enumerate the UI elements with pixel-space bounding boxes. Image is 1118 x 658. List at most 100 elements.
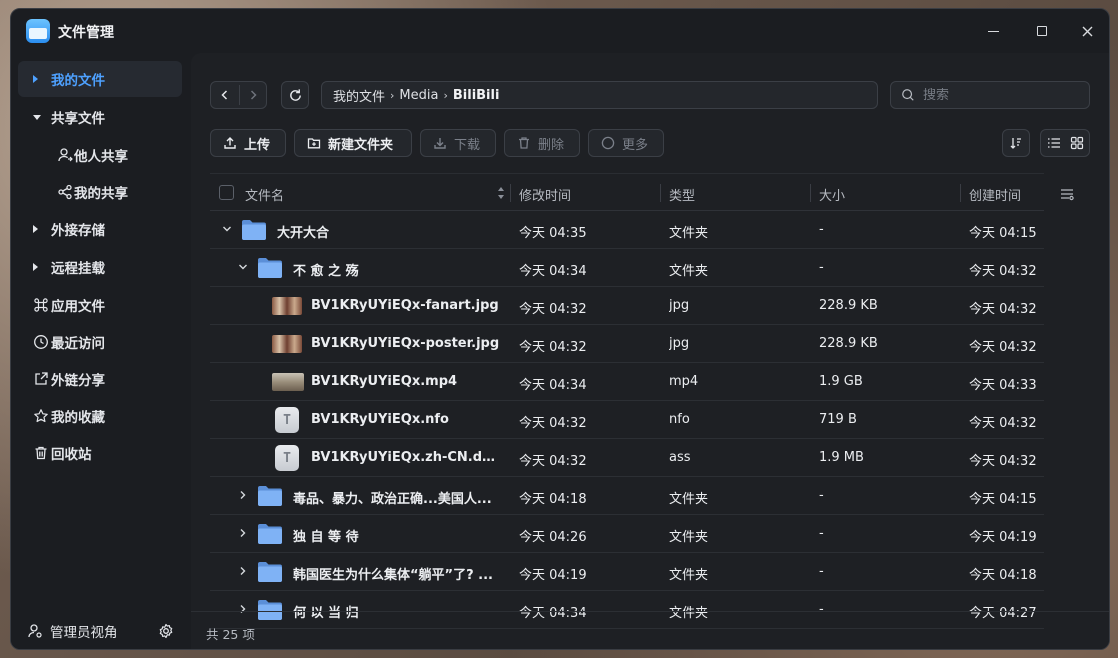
file-type: jpg	[669, 298, 690, 313]
main-panel: 我的文件 › Media › BiliBili 上传 新建文件夹 下载 删除	[191, 53, 1109, 649]
chevron-down-icon[interactable]	[238, 262, 248, 272]
table-row[interactable]: T BV1KRyUYiEQx.nfo 今天 04:32 nfo 719 B 今天 04:3…	[210, 401, 1044, 439]
column-divider[interactable]	[510, 184, 511, 202]
file-size: 228.9 KB	[819, 298, 878, 313]
grid-view-button[interactable]	[1069, 135, 1085, 151]
delete-button[interactable]: 删除	[504, 129, 580, 157]
sidebar-item-remote-mount[interactable]: 远程挂载	[18, 249, 182, 285]
breadcrumb-item[interactable]: Media	[399, 88, 438, 103]
modified-time: 今天 04:32	[519, 454, 587, 469]
header-created[interactable]: 创建时间	[969, 185, 1021, 204]
gear-icon[interactable]	[158, 623, 174, 639]
file-name[interactable]: 不 愈 之 殇	[293, 260, 359, 279]
sidebar-item-label: 共享文件	[51, 111, 105, 127]
file-size: -	[819, 526, 824, 541]
created-time: 今天 04:32	[969, 416, 1037, 431]
refresh-button[interactable]	[281, 81, 309, 109]
breadcrumb-current[interactable]: BiliBili	[453, 88, 500, 103]
back-arrow-icon[interactable]	[219, 89, 231, 101]
chevron-right-icon[interactable]	[238, 528, 248, 538]
modified-time: 今天 04:35	[519, 226, 587, 241]
table-row[interactable]: 毒品、暴力、政治正确...美国人... 今天 04:18 文件夹 - 今天 04:15	[210, 477, 1044, 515]
header-name[interactable]: 文件名	[245, 185, 284, 204]
caret-right-icon[interactable]	[33, 225, 38, 233]
command-icon	[34, 298, 48, 312]
file-name[interactable]: BV1KRyUYiEQx-poster.jpg	[311, 336, 499, 351]
table-row[interactable]: 独 自 等 待 今天 04:26 文件夹 - 今天 04:19	[210, 515, 1044, 553]
table-row[interactable]: 大开大合 今天 04:35 文件夹 - 今天 04:15	[210, 211, 1044, 249]
sort-button[interactable]	[1002, 129, 1030, 157]
sidebar-item-link-share[interactable]: 外链分享	[18, 361, 182, 397]
sidebar-item-app-files[interactable]: 应用文件	[18, 287, 182, 323]
search-box[interactable]	[890, 81, 1090, 109]
sidebar-item-favorites[interactable]: 我的收藏	[18, 398, 182, 434]
table-row[interactable]: BV1KRyUYiEQx-poster.jpg 今天 04:32 jpg 228.9 …	[210, 325, 1044, 363]
header-modified[interactable]: 修改时间	[519, 185, 571, 204]
caret-right-icon[interactable]	[33, 263, 38, 271]
modified-time: 今天 04:19	[519, 568, 587, 583]
file-name[interactable]: 毒品、暴力、政治正确...美国人...	[293, 488, 492, 507]
sort-arrows-icon[interactable]	[497, 185, 505, 201]
sidebar-item-external-storage[interactable]: 外接存储	[18, 211, 182, 247]
more-button[interactable]: 更多	[588, 129, 664, 157]
list-view-button[interactable]	[1046, 135, 1062, 151]
clock-icon	[34, 335, 48, 349]
header-type[interactable]: 类型	[669, 185, 695, 204]
sidebar-item-others-shared[interactable]: 他人共享	[18, 137, 182, 173]
sidebar-item-shared-files[interactable]: 共享文件	[18, 99, 182, 135]
maximize-button[interactable]	[1032, 21, 1052, 41]
column-divider[interactable]	[810, 184, 811, 202]
item-count: 共 25 项	[206, 627, 255, 642]
file-type: 文件夹	[669, 530, 709, 545]
column-divider[interactable]	[660, 184, 661, 202]
breadcrumb[interactable]: 我的文件 › Media › BiliBili	[321, 81, 878, 109]
title-bar: 文件管理	[11, 9, 1109, 53]
file-name[interactable]: 韩国医生为什么集体“躺平”了? ...	[293, 564, 493, 583]
file-type: 文件夹	[669, 568, 709, 583]
trash-icon	[35, 446, 47, 460]
sidebar-item-my-shared[interactable]: 我的共享	[18, 174, 182, 210]
file-type: nfo	[669, 412, 690, 427]
grid-view-icon	[1070, 136, 1084, 150]
admin-view-bar[interactable]: 管理员视角	[11, 611, 191, 649]
table-row[interactable]: BV1KRyUYiEQx.mp4 今天 04:34 mp4 1.9 GB 今天 04:3…	[210, 363, 1044, 401]
admin-view-label: 管理员视角	[50, 625, 118, 641]
minimize-button[interactable]	[983, 21, 1003, 41]
new-folder-button[interactable]: 新建文件夹	[294, 129, 412, 157]
search-input[interactable]	[923, 87, 1083, 103]
created-time: 今天 04:33	[969, 378, 1037, 393]
sidebar-item-recent[interactable]: 最近访问	[18, 324, 182, 360]
header-size[interactable]: 大小	[819, 185, 845, 204]
chevron-down-icon[interactable]	[222, 224, 232, 234]
file-name[interactable]: BV1KRyUYiEQx.zh-CN.defaul...	[311, 450, 502, 465]
column-divider[interactable]	[960, 184, 961, 202]
forward-arrow-icon[interactable]	[247, 89, 259, 101]
file-name[interactable]: 大开大合	[277, 222, 329, 241]
table-row[interactable]: 韩国医生为什么集体“躺平”了? ... 今天 04:19 文件夹 - 今天 04:18	[210, 553, 1044, 591]
column-settings-icon[interactable]	[1059, 186, 1075, 202]
table-row[interactable]: 不 愈 之 殇 今天 04:34 文件夹 - 今天 04:32	[210, 249, 1044, 287]
caret-down-icon[interactable]	[33, 115, 41, 120]
file-type: 文件夹	[669, 492, 709, 507]
download-button[interactable]: 下载	[420, 129, 496, 157]
table-row[interactable]: T BV1KRyUYiEQx.zh-CN.defaul... 今天 04:32 ass…	[210, 439, 1044, 477]
file-size: 719 B	[819, 412, 857, 427]
sidebar-item-recycle-bin[interactable]: 回收站	[18, 435, 182, 471]
nav-divider	[239, 85, 240, 105]
close-button[interactable]	[1077, 21, 1097, 41]
file-name[interactable]: BV1KRyUYiEQx.nfo	[311, 412, 449, 427]
sidebar-item-my-files[interactable]: 我的文件	[18, 61, 182, 97]
chevron-right-icon[interactable]	[238, 566, 248, 576]
file-name[interactable]: BV1KRyUYiEQx-fanart.jpg	[311, 298, 499, 313]
upload-button[interactable]: 上传	[210, 129, 286, 157]
status-bar: 共 25 项	[191, 611, 1109, 649]
file-name[interactable]: 独 自 等 待	[293, 526, 359, 545]
caret-right-icon[interactable]	[33, 75, 38, 83]
file-name[interactable]: BV1KRyUYiEQx.mp4	[311, 374, 457, 389]
view-toggle	[1040, 129, 1090, 157]
sidebar-item-label: 我的文件	[51, 73, 105, 89]
table-row[interactable]: BV1KRyUYiEQx-fanart.jpg 今天 04:32 jpg 228.9 …	[210, 287, 1044, 325]
breadcrumb-item[interactable]: 我的文件	[333, 86, 385, 105]
chevron-right-icon[interactable]	[238, 490, 248, 500]
select-all-checkbox[interactable]	[219, 185, 234, 200]
